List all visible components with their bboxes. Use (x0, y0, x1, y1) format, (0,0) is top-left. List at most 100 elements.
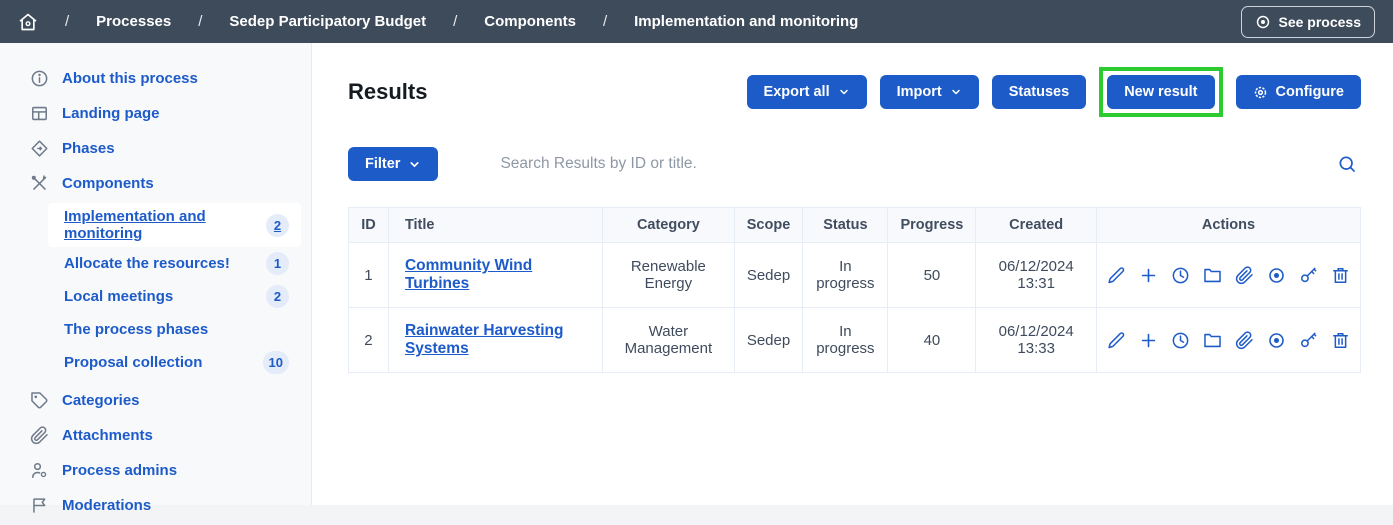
edit-icon[interactable] (1107, 266, 1126, 285)
export-all-label: Export all (764, 84, 830, 100)
sidebar-subitem-the-process-phases[interactable]: The process phases (48, 313, 301, 346)
count-badge: 10 (263, 351, 289, 374)
attachment-paperclip-icon[interactable] (1235, 331, 1254, 350)
export-all-button[interactable]: Export all (747, 75, 867, 109)
sidebar-item-label: Landing page (62, 105, 160, 122)
breadcrumb-separator: / (198, 13, 202, 30)
sidebar-item-moderations[interactable]: Moderations (0, 488, 311, 523)
breadcrumb-process-name[interactable]: Sedep Participatory Budget (229, 13, 426, 30)
home-icon[interactable] (18, 12, 38, 32)
cell-category: Water Management (602, 308, 734, 373)
col-header-id: ID (349, 208, 389, 243)
filter-label: Filter (365, 156, 400, 172)
permissions-key-icon[interactable] (1299, 331, 1318, 350)
sidebar-item-attachments[interactable]: Attachments (0, 418, 311, 453)
permissions-key-icon[interactable] (1299, 266, 1318, 285)
sidebar: About this process Landing page Phases C… (0, 43, 312, 505)
folder-icon[interactable] (1203, 331, 1222, 350)
attachment-paperclip-icon[interactable] (1235, 266, 1254, 285)
add-icon[interactable] (1139, 331, 1158, 350)
info-icon (30, 69, 49, 88)
cell-status: In progress (803, 243, 888, 308)
sidebar-item-categories[interactable]: Categories (0, 383, 311, 418)
folder-icon[interactable] (1203, 266, 1222, 285)
table-row: 2 Rainwater Harvesting Systems Water Man… (349, 308, 1361, 373)
filter-button[interactable]: Filter (348, 147, 438, 181)
count-badge: 2 (266, 285, 289, 308)
cell-id: 2 (349, 308, 389, 373)
layout-icon (30, 104, 49, 123)
configure-label: Configure (1276, 84, 1344, 100)
new-result-button[interactable]: New result (1107, 75, 1214, 109)
sidebar-subitem-implementation-and-monitoring[interactable]: Implementation and monitoring 2 (48, 203, 301, 247)
breadcrumb-processes[interactable]: Processes (96, 13, 171, 30)
cell-created: 06/12/2024 13:33 (976, 308, 1097, 373)
chevron-down-icon (838, 86, 850, 98)
paperclip-icon (30, 426, 49, 445)
sidebar-item-label: Process admins (62, 462, 177, 479)
preview-eye-icon[interactable] (1267, 331, 1286, 350)
sidebar-item-process-admins[interactable]: Process admins (0, 453, 311, 488)
sidebar-item-landing-page[interactable]: Landing page (0, 96, 311, 131)
delete-trash-icon[interactable] (1331, 266, 1350, 285)
flag-icon (30, 496, 49, 515)
cell-progress: 50 (888, 243, 976, 308)
sidebar-item-components[interactable]: Components (0, 166, 311, 201)
toolbar: Export all Import Statuses New result (747, 67, 1361, 117)
created-time: 13:33 (986, 340, 1086, 357)
breadcrumb-components[interactable]: Components (484, 13, 576, 30)
edit-icon[interactable] (1107, 331, 1126, 350)
subitem-label: Local meetings (64, 288, 173, 305)
created-date: 06/12/2024 (986, 258, 1086, 275)
search-icon[interactable] (1333, 150, 1361, 178)
new-result-label: New result (1124, 84, 1197, 100)
sidebar-subitem-proposal-collection[interactable]: Proposal collection 10 (48, 346, 301, 379)
results-table: ID Title Category Scope Status Progress … (348, 207, 1361, 373)
subitem-label: Allocate the resources! (64, 255, 230, 272)
phases-diamond-icon (30, 139, 49, 158)
sidebar-item-phases[interactable]: Phases (0, 131, 311, 166)
sidebar-item-label: Components (62, 175, 154, 192)
col-header-progress: Progress (888, 208, 976, 243)
sidebar-item-label: About this process (62, 70, 198, 87)
result-title-link[interactable]: Community Wind Turbines (405, 257, 532, 292)
result-title-link[interactable]: Rainwater Harvesting Systems (405, 322, 564, 357)
sidebar-subitem-local-meetings[interactable]: Local meetings 2 (48, 280, 301, 313)
search-input[interactable] (500, 155, 1333, 173)
count-badge: 1 (266, 252, 289, 275)
user-gear-icon (30, 461, 49, 480)
count-badge: 2 (266, 214, 289, 237)
sidebar-item-label: Attachments (62, 427, 153, 444)
cell-category: Renewable Energy (602, 243, 734, 308)
subitem-label: Proposal collection (64, 354, 202, 371)
statuses-button[interactable]: Statuses (992, 75, 1086, 109)
preview-icon (1255, 14, 1271, 30)
page-title: Results (348, 79, 427, 105)
breadcrumb-current-component[interactable]: Implementation and monitoring (634, 13, 858, 30)
delete-trash-icon[interactable] (1331, 331, 1350, 350)
main-panel: Results Export all Import Statuses New r… (312, 43, 1393, 505)
sidebar-subitem-allocate-the-resources[interactable]: Allocate the resources! 1 (48, 247, 301, 280)
gear-icon (1253, 85, 1268, 100)
cell-id: 1 (349, 243, 389, 308)
col-header-status: Status (803, 208, 888, 243)
highlight-annotation-box: New result (1099, 67, 1222, 117)
history-clock-icon[interactable] (1171, 331, 1190, 350)
sidebar-item-about[interactable]: About this process (0, 61, 311, 96)
col-header-actions: Actions (1097, 208, 1361, 243)
configure-button[interactable]: Configure (1236, 75, 1361, 109)
col-header-category: Category (602, 208, 734, 243)
subitem-label: Implementation and monitoring (64, 208, 266, 242)
see-process-button[interactable]: See process (1241, 6, 1376, 38)
breadcrumb-separator: / (603, 13, 607, 30)
preview-eye-icon[interactable] (1267, 266, 1286, 285)
cell-status: In progress (803, 308, 888, 373)
row-actions (1107, 266, 1350, 285)
sidebar-item-label: Moderations (62, 497, 151, 514)
import-button[interactable]: Import (880, 75, 979, 109)
chevron-down-icon (950, 86, 962, 98)
content-area: About this process Landing page Phases C… (0, 43, 1393, 505)
tools-icon (30, 174, 49, 193)
history-clock-icon[interactable] (1171, 266, 1190, 285)
add-icon[interactable] (1139, 266, 1158, 285)
